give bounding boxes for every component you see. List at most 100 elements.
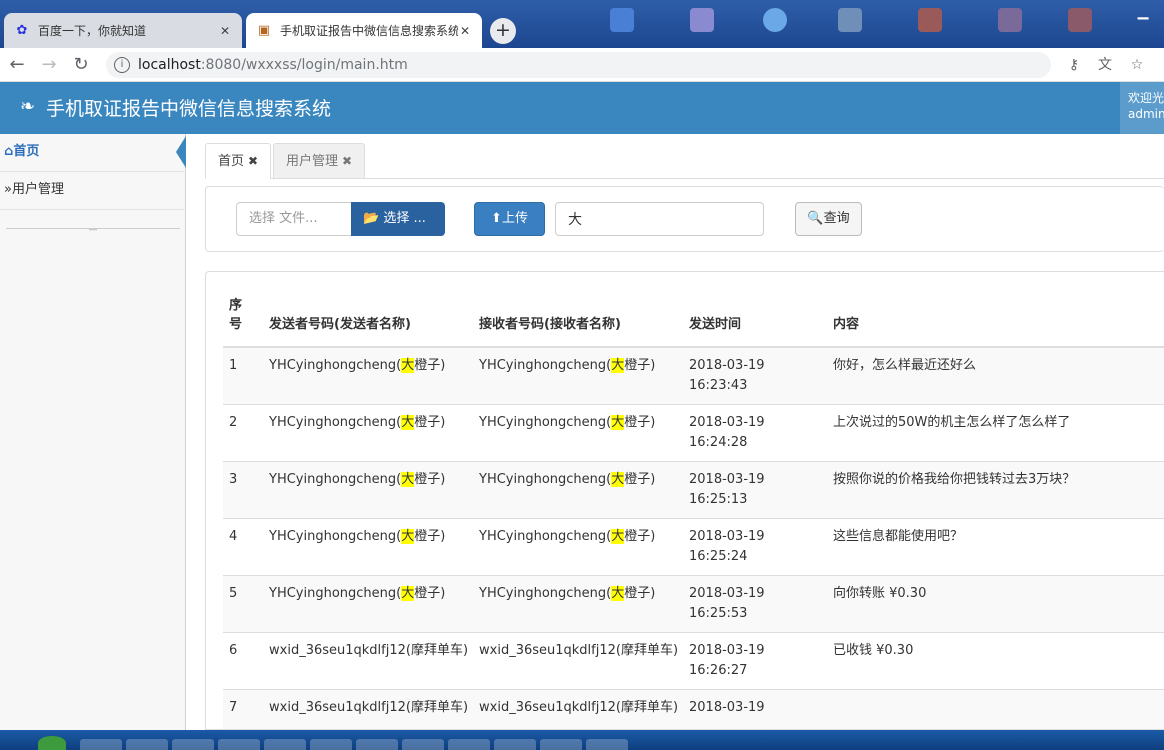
reload-icon[interactable]: ↻ — [70, 54, 92, 76]
sidebar-item-user-management[interactable]: »用户管理 — [0, 172, 184, 210]
taskbar-item[interactable] — [218, 739, 260, 750]
col-header-index: 序号 — [223, 290, 263, 348]
cell-index: 1 — [223, 346, 263, 405]
send-time: 16:23:43 — [689, 378, 748, 393]
browser-tab-active[interactable]: ▣ 手机取证报告中微信信息搜索系统 ✕ — [246, 13, 482, 48]
cell-index: 7 — [223, 689, 263, 729]
sidebar-collapse-handle[interactable]: — — [6, 226, 180, 235]
url-field[interactable]: i localhost:8080/wxxxss/login/main.htm — [106, 52, 1051, 78]
table-row[interactable]: 4 YHCyinghongcheng(大橙子) YHCyinghongcheng(大… — [223, 518, 1164, 576]
table-row[interactable]: 1 YHCyinghongcheng(大橙子) YHCyinghongcheng(大… — [223, 346, 1164, 405]
taskbar-item[interactable] — [356, 739, 398, 750]
select-file-button[interactable]: 📂 选择 ... — [351, 202, 445, 236]
send-time: 16:25:53 — [689, 606, 748, 621]
sender-text: YHCyinghongcheng( — [269, 586, 402, 601]
file-input[interactable]: 选择 文件... — [236, 202, 352, 236]
cell-time: 2018-03-19 16:24:28 — [683, 404, 827, 462]
search-highlight: 大 — [401, 586, 415, 601]
search-input[interactable] — [555, 202, 764, 236]
sender-text: 橙子) — [414, 586, 446, 601]
cell-time: 2018-03-19 16:25:53 — [683, 575, 827, 633]
receiver-text: YHCyinghongcheng( — [479, 472, 612, 487]
sender-text: YHCyinghongcheng( — [269, 529, 402, 544]
cell-index: 4 — [223, 518, 263, 576]
address-bar-row: ← → ↻ i localhost:8080/wxxxss/login/main… — [0, 48, 1164, 82]
forward-icon[interactable]: → — [38, 54, 60, 76]
sidebar-item-home[interactable]: ⌂首页 — [0, 134, 184, 172]
url-path: :8080/wxxxss/login/main.htm — [200, 57, 408, 73]
cell-content: 这些信息都能使用吧？ — [827, 518, 1164, 576]
key-icon[interactable]: ⚷ — [1065, 56, 1083, 74]
cell-sender: wxid_36seu1qkdlfj12(摩拜单车) — [263, 689, 473, 729]
cell-index: 3 — [223, 461, 263, 519]
tab-label: 首页 — [218, 154, 245, 169]
start-icon[interactable] — [38, 736, 66, 750]
close-tab-icon[interactable]: ✕ — [458, 24, 472, 38]
taskbar-item[interactable] — [310, 739, 352, 750]
cell-index: 5 — [223, 575, 263, 633]
page-favicon: ▣ — [257, 23, 271, 38]
upload-button[interactable]: ⬆上传 — [474, 202, 545, 236]
desktop-icon — [690, 8, 714, 32]
taskbar-item[interactable] — [448, 739, 490, 750]
close-tab-icon[interactable]: ✕ — [218, 24, 232, 38]
close-icon[interactable]: ✖ — [248, 154, 258, 168]
cell-content: 上次说过的50W的机主怎么样了怎么样了 — [827, 404, 1164, 462]
new-tab-button[interactable]: + — [490, 18, 516, 44]
cell-sender: YHCyinghongcheng(大橙子) — [263, 575, 473, 633]
cell-time: 2018-03-19 16:25:24 — [683, 518, 827, 576]
send-date: 2018-03-19 — [689, 586, 765, 601]
cell-receiver: YHCyinghongcheng(大橙子) — [473, 575, 683, 633]
minimize-icon[interactable]: ▁ — [1132, 4, 1154, 22]
browser-tab-baidu[interactable]: ✿ 百度一下，你就知道 ✕ — [4, 13, 242, 48]
sidebar: ⌂首页 »用户管理 — — [0, 134, 186, 730]
table-row[interactable]: 7 wxid_36seu1qkdlfj12(摩拜单车) wxid_36seu1qkd… — [223, 689, 1164, 729]
query-label: 查询 — [823, 211, 850, 226]
receiver-text: YHCyinghongcheng( — [479, 529, 612, 544]
taskbar-item[interactable] — [172, 739, 214, 750]
info-icon[interactable]: i — [114, 57, 130, 73]
star-icon[interactable]: ☆ — [1128, 56, 1146, 74]
tab-home[interactable]: 首页 ✖ — [205, 143, 272, 179]
translate-icon[interactable]: 文 — [1096, 56, 1114, 74]
page-tabs: 首页 ✖ 用户管理 ✖ — [205, 143, 1164, 179]
table-row[interactable]: 5 YHCyinghongcheng(大橙子) YHCyinghongcheng(大… — [223, 575, 1164, 633]
search-highlight: 大 — [611, 415, 625, 430]
taskbar-item[interactable] — [126, 739, 168, 750]
sidebar-active-arrow — [176, 136, 186, 168]
taskbar-item[interactable] — [264, 739, 306, 750]
cell-sender: YHCyinghongcheng(大橙子) — [263, 346, 473, 405]
sender-text: wxid_36seu1qkdlfj12(摩拜单车) — [269, 700, 469, 715]
taskbar-item[interactable] — [540, 739, 582, 750]
search-icon: 🔍 — [807, 211, 824, 226]
welcome-user[interactable]: 欢迎光 admin — [1120, 82, 1164, 134]
sender-text: YHCyinghongcheng( — [269, 358, 402, 373]
tab-user-management[interactable]: 用户管理 ✖ — [273, 143, 366, 179]
table-row[interactable]: 6 wxid_36seu1qkdlfj12(摩拜单车) wxid_36seu1qkd… — [223, 632, 1164, 690]
double-chevron-icon: » — [4, 182, 12, 197]
send-date: 2018-03-19 — [689, 643, 765, 658]
sender-text: 橙子) — [414, 415, 446, 430]
col-header-receiver: 接收者号码(接收者名称) — [473, 290, 683, 348]
desktop-icon — [610, 8, 634, 32]
taskbar-item[interactable] — [494, 739, 536, 750]
taskbar-item[interactable] — [402, 739, 444, 750]
results-table: 序号 发送者号码(发送者名称) 接收者号码(接收者名称) 发送时间 内容 1 YH… — [223, 290, 1164, 729]
taskbar-item[interactable] — [586, 739, 628, 750]
cell-time: 2018-03-19 — [683, 689, 827, 729]
taskbar-item[interactable] — [80, 739, 122, 750]
receiver-text: wxid_36seu1qkdlfj12(摩拜单车) — [479, 643, 679, 658]
browser-tab-title: 手机取证报告中微信信息搜索系统 — [280, 24, 458, 38]
table-row[interactable]: 2 YHCyinghongcheng(大橙子) YHCyinghongcheng(大… — [223, 404, 1164, 462]
close-icon[interactable]: ✖ — [342, 154, 352, 168]
cell-receiver: wxid_36seu1qkdlfj12(摩拜单车) — [473, 689, 683, 729]
app-title: 手机取证报告中微信信息搜索系统 — [46, 98, 332, 120]
send-time: 16:25:24 — [689, 549, 748, 564]
table-row[interactable]: 3 YHCyinghongcheng(大橙子) YHCyinghongcheng(大… — [223, 461, 1164, 519]
back-icon[interactable]: ← — [6, 54, 28, 76]
query-button[interactable]: 🔍查询 — [795, 202, 862, 236]
cell-content: 按照你说的价格我给你把钱转过去3万块？ — [827, 461, 1164, 519]
cell-sender: YHCyinghongcheng(大橙子) — [263, 518, 473, 576]
send-date: 2018-03-19 — [689, 529, 765, 544]
home-icon: ⌂ — [4, 144, 14, 159]
